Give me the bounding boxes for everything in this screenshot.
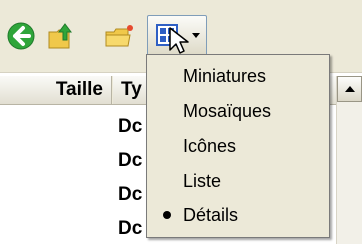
back-arrow-icon [7,22,35,50]
menu-item-liste[interactable]: Liste [147,164,329,198]
menu-item-icones[interactable]: Icônes [147,129,329,163]
list-item[interactable]: Dc [118,116,142,138]
folders-button[interactable] [102,20,134,52]
folders-icon [105,25,133,47]
views-menu: Miniatures Mosaïques Icônes Liste Détail… [146,54,330,238]
menu-item-label: Miniatures [183,66,267,86]
menu-item-mosaiques[interactable]: Mosaïques [147,94,329,128]
menu-item-label: Liste [183,171,222,191]
list-item[interactable]: Dc [118,218,142,240]
up-folder-button[interactable] [45,20,77,52]
mouse-cursor-icon [169,27,189,54]
column-header-size[interactable]: Taille [0,76,112,104]
menu-item-details[interactable]: Détails [147,198,329,232]
chevron-up-icon [345,86,355,92]
list-item[interactable]: Dc [118,184,142,206]
menu-item-label: Mosaïques [183,101,272,121]
menu-item-label: Icônes [183,136,237,156]
folder-up-icon [48,23,72,49]
back-button[interactable] [5,20,37,52]
vertical-scrollbar[interactable] [336,76,362,244]
scroll-up-button[interactable] [337,76,362,102]
selected-bullet-icon [163,211,171,219]
menu-item-miniatures[interactable]: Miniatures [147,59,329,93]
list-item[interactable]: Dc [118,150,142,172]
dropdown-arrow-icon[interactable] [192,33,200,38]
menu-item-label: Détails [183,205,239,225]
